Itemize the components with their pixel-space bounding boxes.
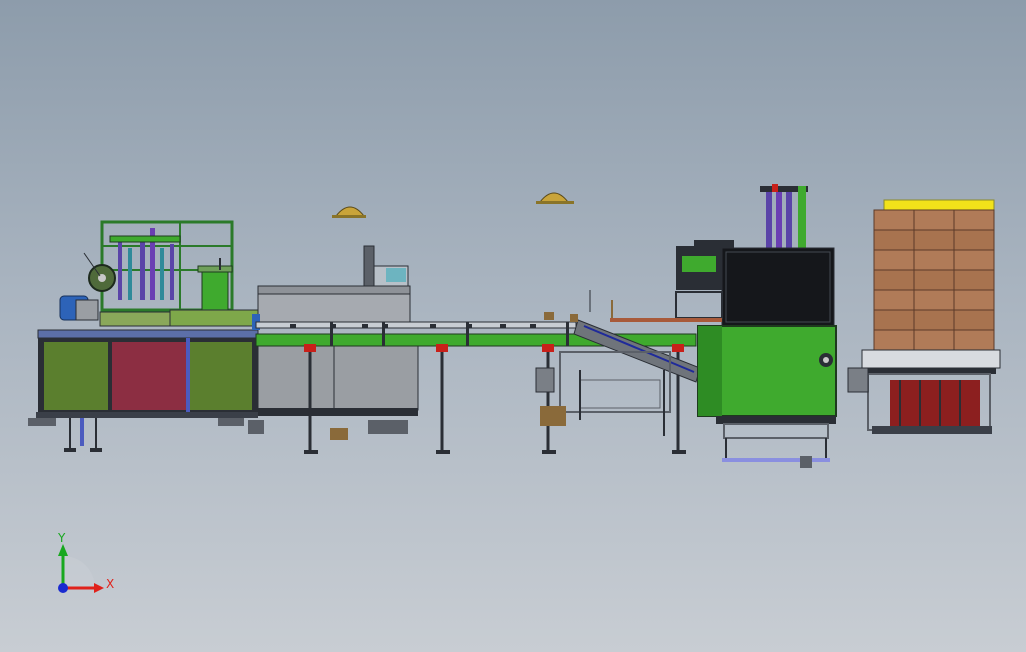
assembly-model[interactable]: X Y (0, 0, 1026, 652)
cad-viewport[interactable]: X Y (0, 0, 1026, 652)
case-packer[interactable] (610, 184, 837, 468)
helmet-icon (536, 192, 574, 204)
y-axis-label: Y (57, 531, 66, 545)
palletizer[interactable] (847, 199, 1001, 434)
coordinate-triad-icon: X Y (57, 531, 114, 593)
x-axis-label: X (106, 577, 114, 591)
z-axis-dot (58, 583, 68, 593)
filling-machine[interactable] (28, 220, 261, 452)
helmet-icon (332, 206, 366, 218)
